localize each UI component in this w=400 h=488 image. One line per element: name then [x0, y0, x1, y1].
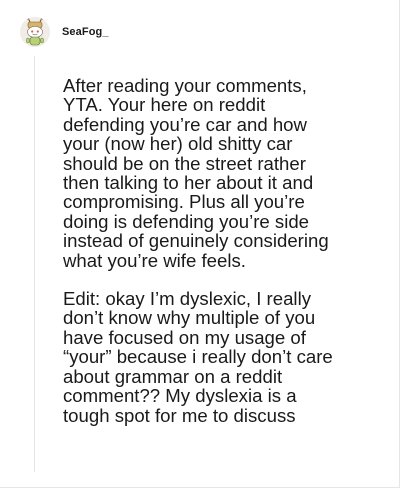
- comment-header: SeaFog_: [20, 14, 109, 50]
- comment-card: SeaFog_ After reading your comments, YTA…: [0, 0, 400, 488]
- snoo-avatar-icon: [20, 17, 50, 47]
- thread-collapse-line[interactable]: [34, 56, 35, 472]
- comment-paragraph: After reading your comments, YTA. Your h…: [63, 75, 329, 271]
- avatar[interactable]: [20, 17, 50, 47]
- username-link[interactable]: SeaFog_: [62, 26, 109, 38]
- comment-body: After reading your comments, YTA. Your h…: [63, 76, 383, 425]
- comment-paragraph: Edit: okay I’m dyslexic, I really don’t …: [63, 288, 333, 426]
